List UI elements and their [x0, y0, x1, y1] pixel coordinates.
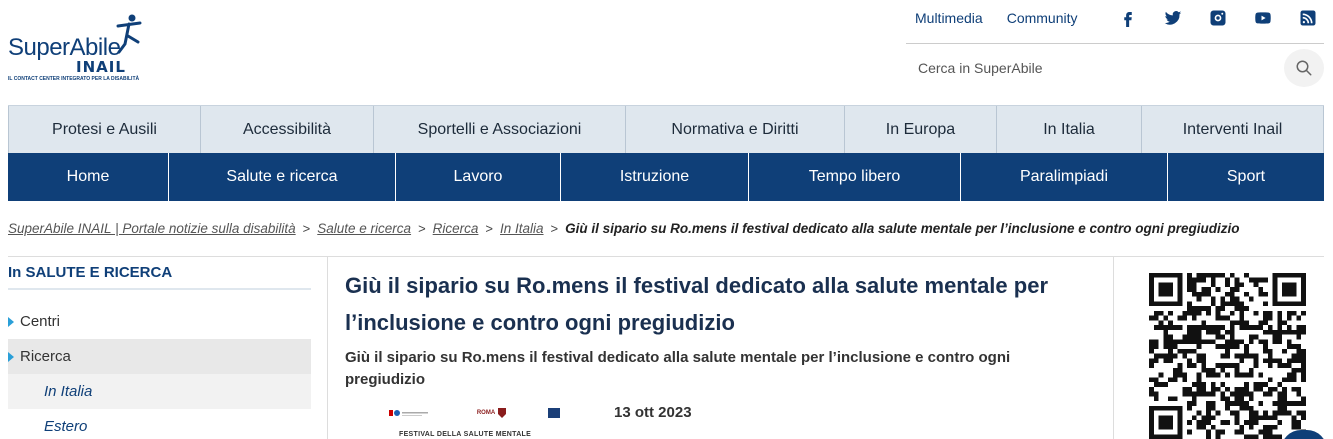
- sponsor-logos-icon: [389, 410, 428, 416]
- column-divider: [1113, 257, 1114, 439]
- qr-code: [1149, 273, 1306, 439]
- breadcrumb-ricerca[interactable]: Ricerca: [433, 221, 479, 236]
- logo-tagline: IL CONTACT CENTER INTEGRATO PER LA DISAB…: [8, 76, 140, 82]
- nav-sportelli-associazioni[interactable]: Sportelli e Associazioni: [374, 106, 626, 154]
- multimedia-link[interactable]: Multimedia: [915, 10, 983, 26]
- sidebar-item-ricerca[interactable]: Ricerca: [8, 339, 311, 374]
- breadcrumb-separator: >: [550, 221, 559, 236]
- breadcrumb-separator: >: [418, 221, 426, 236]
- article-date: 13 ott 2023: [614, 404, 692, 421]
- nav-normativa-diritti[interactable]: Normativa e Diritti: [626, 106, 845, 154]
- logo-inail: INAIL: [76, 58, 126, 76]
- sidebar-item-label: Ricerca: [20, 348, 71, 365]
- primary-nav: Home Salute e ricerca Lavoro Istruzione …: [8, 153, 1324, 201]
- triangle-right-icon: [8, 352, 14, 362]
- breadcrumb-in-italia[interactable]: In Italia: [500, 221, 544, 236]
- breadcrumb-home[interactable]: SuperAbile INAIL | Portale notizie sulla…: [8, 221, 296, 236]
- shield-icon: [498, 408, 507, 418]
- breadcrumb: SuperAbile INAIL | Portale notizie sulla…: [8, 221, 1240, 236]
- roma-logo: ROMA: [477, 408, 507, 418]
- nav-protesi-ausili[interactable]: Protesi e Ausili: [8, 106, 201, 154]
- partner-logo-icon: [548, 408, 560, 418]
- facebook-icon[interactable]: [1119, 9, 1137, 27]
- nav-home[interactable]: Home: [8, 153, 169, 201]
- nav-in-italia[interactable]: In Italia: [997, 106, 1142, 154]
- thumb-caption: FESTIVAL DELLA SALUTE MENTALE: [399, 431, 532, 438]
- triangle-right-icon: [8, 317, 14, 327]
- top-links: Multimedia Community: [905, 8, 1317, 28]
- instagram-icon[interactable]: [1209, 9, 1227, 27]
- column-divider: [327, 257, 328, 439]
- breadcrumb-salute-ricerca[interactable]: Salute e ricerca: [317, 221, 411, 236]
- search-input[interactable]: [906, 51, 1276, 85]
- youtube-icon[interactable]: [1254, 9, 1272, 27]
- nav-istruzione[interactable]: Istruzione: [561, 153, 749, 201]
- social-icons: [1092, 9, 1317, 27]
- sidebar: In SALUTE E RICERCA Centri Ricerca In It…: [8, 258, 311, 439]
- breadcrumb-separator: >: [302, 221, 311, 236]
- sidebar-item-label: Centri: [20, 313, 61, 330]
- article-subtitle: Giù il sipario su Ro.mens il festival de…: [345, 349, 1011, 388]
- nav-tempo-libero[interactable]: Tempo libero: [749, 153, 961, 201]
- thumb-logos: ROMA: [385, 406, 560, 420]
- logo[interactable]: SuperAbile INAIL IL CONTACT CENTER INTEG…: [8, 14, 148, 84]
- nav-salute-ricerca[interactable]: Salute e ricerca: [169, 153, 396, 201]
- nav-lavoro[interactable]: Lavoro: [396, 153, 561, 201]
- community-link[interactable]: Community: [1007, 10, 1078, 26]
- breadcrumb-separator: >: [485, 221, 494, 236]
- twitter-icon[interactable]: [1164, 9, 1182, 27]
- sidebar-item-centri[interactable]: Centri: [8, 304, 311, 339]
- search-icon: [1296, 60, 1312, 76]
- breadcrumb-divider: [8, 256, 1324, 257]
- rss-icon[interactable]: [1299, 9, 1317, 27]
- sidebar-subitem-estero[interactable]: Estero: [8, 409, 311, 439]
- nav-in-europa[interactable]: In Europa: [845, 106, 997, 154]
- nav-paralimpiadi[interactable]: Paralimpiadi: [961, 153, 1168, 201]
- nav-interventi-inail[interactable]: Interventi Inail: [1142, 106, 1324, 154]
- top-divider: [906, 43, 1324, 44]
- breadcrumb-current: Giù il sipario su Ro.mens il festival de…: [565, 221, 1240, 236]
- search-button[interactable]: [1284, 49, 1324, 87]
- sidebar-subitem-in-italia[interactable]: In Italia: [8, 374, 311, 409]
- search-bar: [906, 49, 1324, 87]
- nav-accessibilita[interactable]: Accessibilità: [201, 106, 374, 154]
- article-title: Giù il sipario su Ro.mens il festival de…: [345, 273, 1049, 335]
- sidebar-title: In SALUTE E RICERCA: [8, 258, 311, 290]
- nav-sport[interactable]: Sport: [1168, 153, 1324, 201]
- article-image[interactable]: ROMA FESTIVAL DELLA SALUTE MENTALE: [385, 404, 560, 439]
- secondary-nav: Protesi e Ausili Accessibilità Sportelli…: [8, 105, 1324, 154]
